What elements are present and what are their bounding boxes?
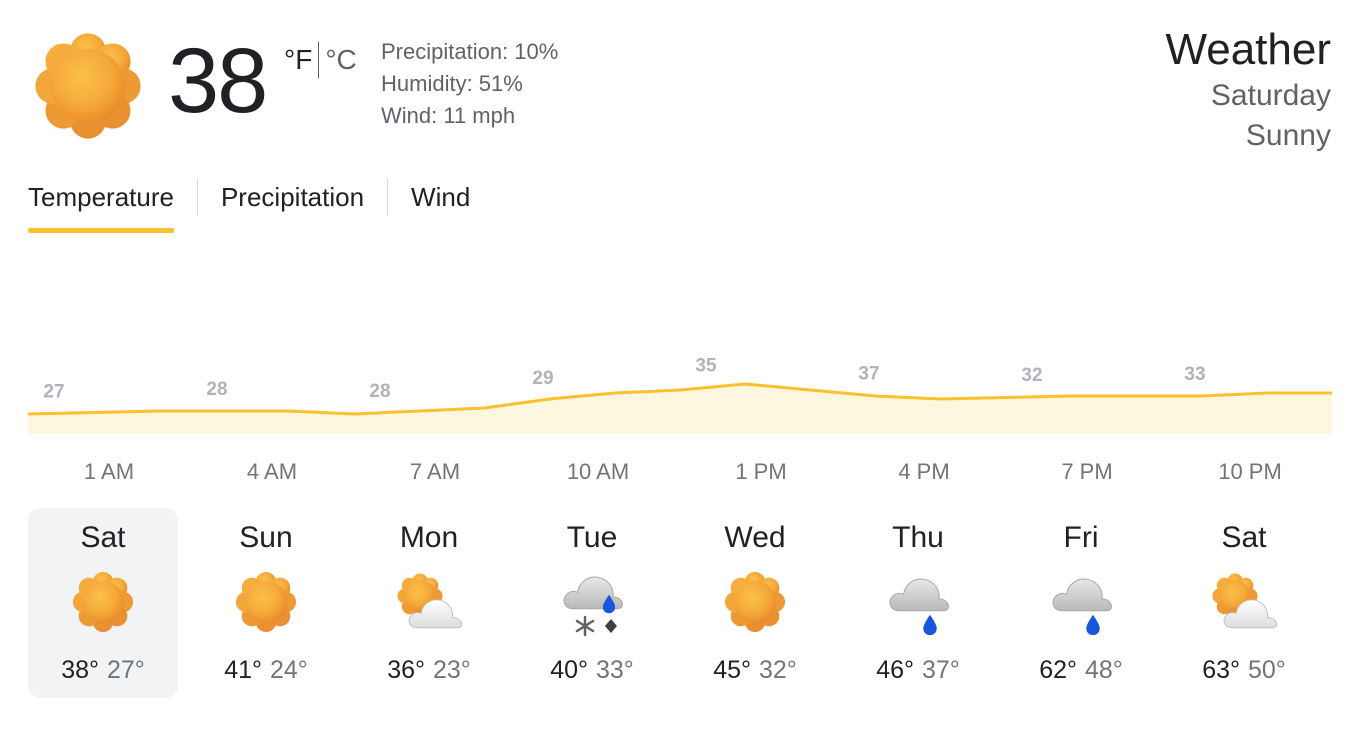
low-temp: 27°: [107, 656, 145, 684]
day-forecast-thu[interactable]: Thu 46° 37°: [843, 508, 993, 698]
weather-header: Weather Saturday Sunny: [1166, 24, 1332, 156]
day-temps: 36° 23°: [354, 654, 504, 686]
chart-data-label: 35: [695, 356, 717, 377]
day-temps: 45° 32°: [680, 654, 830, 686]
hour-labels: 1 AM 4 AM 7 AM 10 AM 1 PM 4 PM 7 PM 10 PM: [28, 456, 1332, 488]
sunny-icon: [68, 564, 138, 640]
hour-label: 4 AM: [246, 459, 298, 484]
tab-precipitation[interactable]: Precipitation: [221, 174, 364, 234]
chart-data-label: 28: [206, 379, 227, 400]
fahrenheit-toggle[interactable]: °F: [284, 42, 312, 78]
low-temp: 32°: [759, 656, 797, 684]
high-temp: 46°: [876, 656, 914, 684]
precipitation-detail: Precipitation: 10%: [381, 39, 559, 64]
current-condition: Sunny: [1245, 119, 1331, 152]
temperature-chart: 27 28 28 29 35 37 32 33: [27, 330, 1332, 434]
day-name: Tue: [566, 521, 618, 554]
day-temps: 38° 27°: [28, 654, 178, 686]
day-temps: 63° 50°: [1169, 654, 1319, 686]
tab-bar: Temperature Precipitation Wind: [28, 174, 470, 236]
high-temp: 40°: [550, 656, 588, 684]
low-temp: 24°: [270, 656, 308, 684]
hour-label: 7 AM: [409, 459, 461, 484]
day-forecast-sat[interactable]: Sat 38° 27°: [28, 508, 178, 698]
day-temps: 46° 37°: [843, 654, 993, 686]
tab-wind[interactable]: Wind: [411, 174, 470, 234]
partly-cloudy-icon: [1209, 564, 1279, 640]
day-temps: 62° 48°: [1006, 654, 1156, 686]
day-name: Sun: [239, 521, 293, 554]
rain-icon: [883, 564, 953, 640]
unit-switch: °F °C: [284, 42, 357, 78]
current-details: Precipitation: 10% Humidity: 51% Wind: 1…: [381, 36, 558, 132]
rain-icon: [1046, 564, 1116, 640]
low-temp: 48°: [1085, 656, 1123, 684]
day-name: Fri: [1063, 521, 1099, 554]
temperature-chart-svg: 27 28 28 29 35 37 32 33: [27, 356, 1332, 434]
unit-divider: [318, 42, 320, 78]
chart-data-label: 28: [369, 381, 390, 402]
daily-forecast: Sat 38° 27° Sun 41° 24° Mon 36° 23° Tue 40° 33° Wed 4…: [28, 508, 1332, 698]
high-temp: 36°: [387, 656, 425, 684]
chart-data-label: 33: [1184, 364, 1205, 385]
humidity-detail: Humidity: 51%: [381, 71, 523, 96]
day-temps: 41° 24°: [191, 654, 341, 686]
tab-temperature[interactable]: Temperature: [28, 174, 174, 234]
low-temp: 23°: [433, 656, 471, 684]
chart-data-label: 27: [43, 381, 64, 402]
day-forecast-fri[interactable]: Fri 62° 48°: [1006, 508, 1156, 698]
hour-label: 4 PM: [898, 459, 950, 484]
chart-data-label: 29: [532, 368, 553, 389]
hour-label: 1 AM: [83, 459, 135, 484]
sunny-icon: [720, 564, 790, 640]
sunny-icon: [231, 564, 301, 640]
current-day: Saturday: [1210, 79, 1331, 112]
hour-label: 10 AM: [566, 459, 630, 484]
current-temperature: 38: [168, 30, 268, 132]
page-title: Weather: [1165, 25, 1332, 74]
day-forecast-mon[interactable]: Mon 36° 23°: [354, 508, 504, 698]
high-temp: 62°: [1039, 656, 1077, 684]
low-temp: 33°: [596, 656, 634, 684]
wind-detail: Wind: 11 mph: [381, 103, 516, 128]
day-name: Sat: [1221, 521, 1267, 554]
partly-cloudy-icon: [394, 564, 464, 640]
sunny-icon: [32, 30, 144, 142]
day-temps: 40° 33°: [517, 654, 667, 686]
day-forecast-sat[interactable]: Sat 63° 50°: [1169, 508, 1319, 698]
high-temp: 63°: [1202, 656, 1240, 684]
day-name: Wed: [724, 521, 786, 554]
tab-divider: [387, 178, 389, 216]
day-name: Sat: [80, 521, 126, 554]
chart-data-label: 37: [858, 363, 879, 384]
day-forecast-sun[interactable]: Sun 41° 24°: [191, 508, 341, 698]
celsius-toggle[interactable]: °C: [325, 42, 356, 78]
low-temp: 50°: [1248, 656, 1286, 684]
high-temp: 38°: [61, 656, 99, 684]
wintry-mix-icon: [557, 564, 627, 640]
day-name: Mon: [399, 521, 459, 554]
hour-label: 7 PM: [1061, 459, 1113, 484]
low-temp: 37°: [922, 656, 960, 684]
day-forecast-wed[interactable]: Wed 45° 32°: [680, 508, 830, 698]
high-temp: 45°: [713, 656, 751, 684]
hour-label: 1 PM: [735, 459, 787, 484]
day-forecast-tue[interactable]: Tue 40° 33°: [517, 508, 667, 698]
high-temp: 41°: [224, 656, 262, 684]
tab-divider: [196, 178, 198, 216]
hour-label: 10 PM: [1218, 459, 1282, 484]
chart-data-label: 32: [1021, 365, 1042, 386]
day-name: Thu: [892, 521, 944, 554]
